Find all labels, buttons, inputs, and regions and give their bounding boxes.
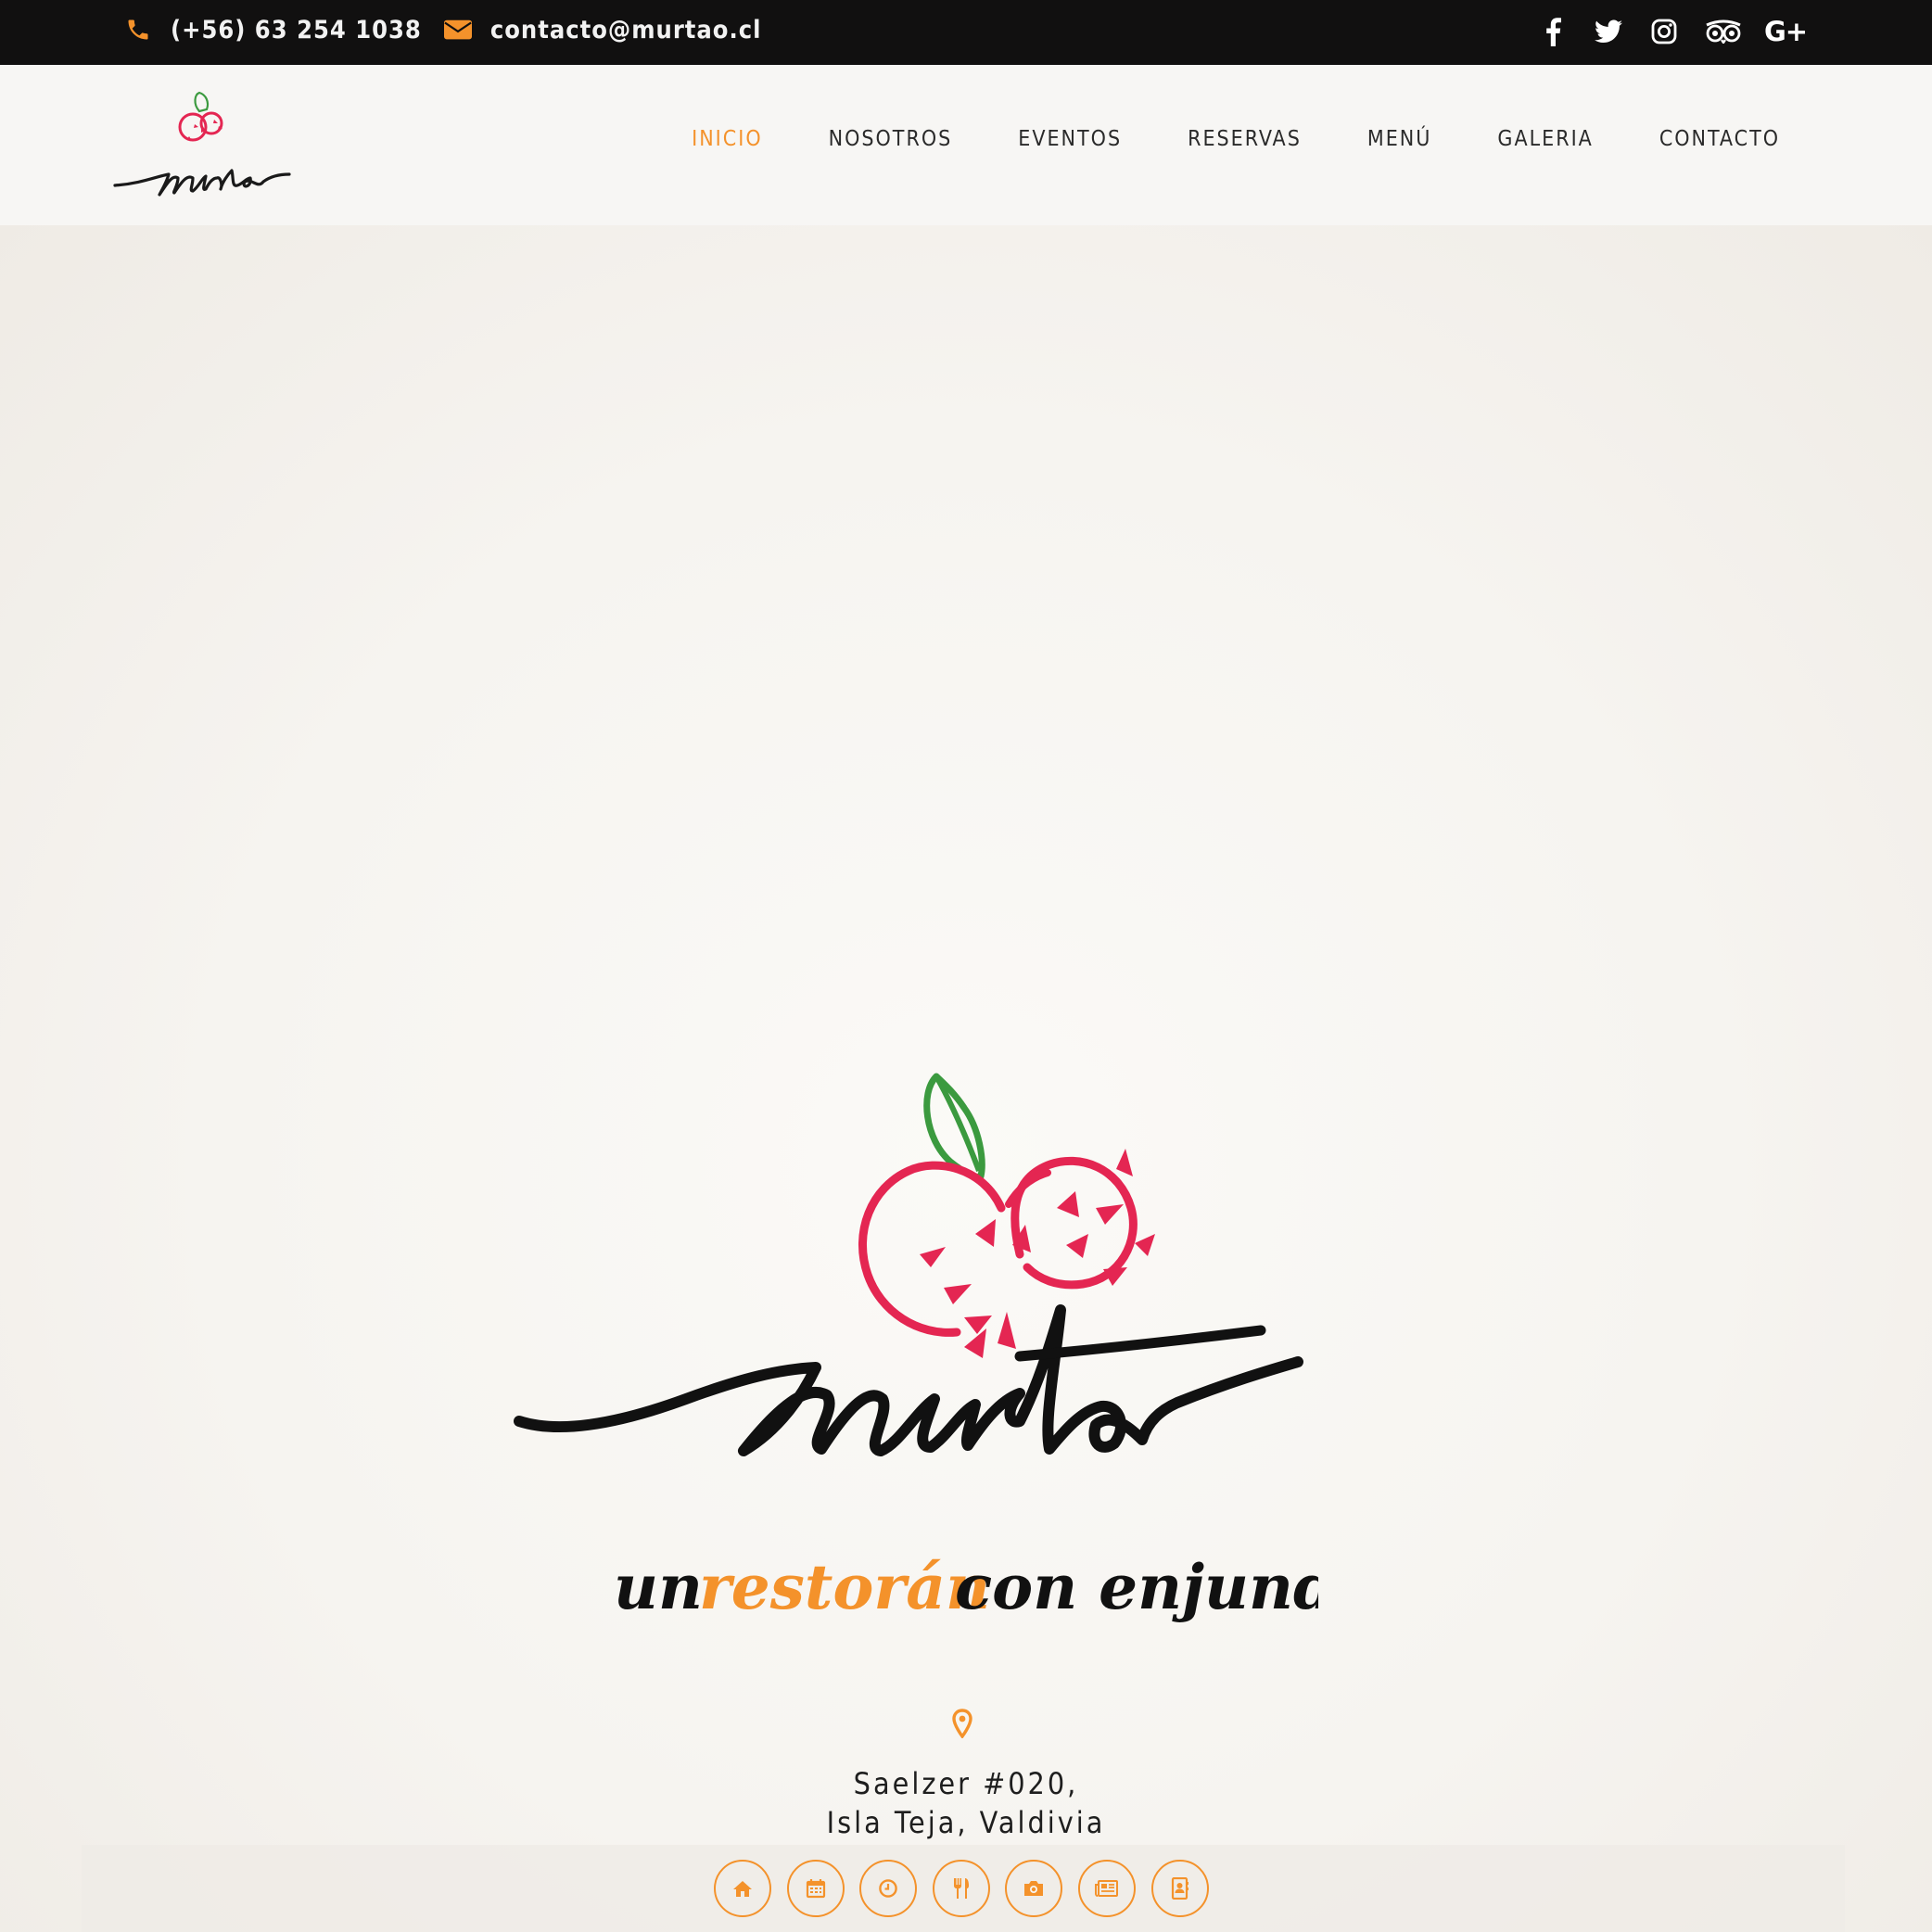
quicklink-gallery[interactable] (1005, 1860, 1063, 1917)
social-links: G+ (1516, 0, 1808, 63)
tripadvisor-icon[interactable] (1701, 13, 1746, 50)
clock-icon (879, 1879, 897, 1898)
newspaper-icon (1094, 1880, 1118, 1897)
phone-number: (+56) 63 254 1038 (171, 15, 422, 44)
email-address: contacto@murtao.cl (489, 15, 762, 44)
tagline-part-un: un (614, 1551, 703, 1623)
facebook-icon[interactable] (1534, 13, 1571, 50)
phone-link[interactable]: (+56) 63 254 1038 (124, 16, 422, 44)
quicklink-news[interactable] (1077, 1860, 1136, 1917)
contact-info: (+56) 63 254 1038 contacto@murtao.cl (124, 0, 783, 59)
quicklink-home[interactable] (714, 1860, 771, 1917)
nav-item-contacto[interactable]: CONTACTO (1659, 127, 1780, 151)
google-plus-label: G+ (1763, 16, 1808, 47)
calendar-icon (806, 1879, 825, 1899)
hero-logo (501, 1069, 1428, 1551)
quicklink-hours[interactable] (859, 1860, 918, 1917)
envelope-icon (443, 16, 472, 44)
nav-item-menu[interactable]: MENÚ (1367, 127, 1432, 151)
nav-item-galeria[interactable]: GALERIA (1497, 127, 1593, 151)
quicklinks-bar (82, 1845, 1845, 1932)
nav-item-inicio[interactable]: INICIO (692, 127, 763, 151)
tagline-part-restoran: restorán (699, 1551, 990, 1623)
quicklink-events[interactable] (786, 1860, 845, 1917)
quicklink-contact[interactable] (1150, 1860, 1209, 1917)
hero-tagline: un restorán con enjundia (0, 1551, 1932, 1634)
quicklink-menu[interactable] (932, 1860, 990, 1917)
main-nav: INICIO NOSOTROS EVENTOS RESERVAS MENÚ GA… (626, 65, 1780, 213)
email-link[interactable]: contacto@murtao.cl (443, 15, 762, 44)
nav-item-nosotros[interactable]: NOSOTROS (829, 127, 953, 151)
header-logo[interactable] (113, 85, 295, 206)
address-line-2: Isla Teja, Valdivia (826, 1805, 1106, 1840)
address: Saelzer #020, Isla Teja, Valdivia (0, 1764, 1932, 1842)
nav-item-eventos[interactable]: EVENTOS (1018, 127, 1122, 151)
instagram-icon[interactable] (1646, 13, 1683, 50)
phone-icon (124, 16, 152, 44)
nav-item-reservas[interactable]: RESERVAS (1188, 127, 1302, 151)
top-contact-bar: (+56) 63 254 1038 contacto@murtao.cl G+ (0, 0, 1932, 65)
hero-section: un restorán con enjundia Saelzer #020, I… (0, 225, 1932, 1932)
utensils-icon (953, 1878, 969, 1899)
map-pin-icon (951, 1709, 973, 1739)
address-line-1: Saelzer #020, (853, 1766, 1079, 1801)
home-icon (733, 1881, 752, 1897)
google-plus-icon[interactable]: G+ (1763, 13, 1808, 50)
quicklinks (714, 1860, 1224, 1917)
contact-book-icon (1171, 1877, 1188, 1900)
twitter-icon[interactable] (1590, 13, 1627, 50)
site-header: INICIO NOSOTROS EVENTOS RESERVAS MENÚ GA… (0, 65, 1932, 225)
camera-icon (1024, 1881, 1044, 1896)
tagline-part-con-enjundia: con enjundia (955, 1551, 1318, 1623)
